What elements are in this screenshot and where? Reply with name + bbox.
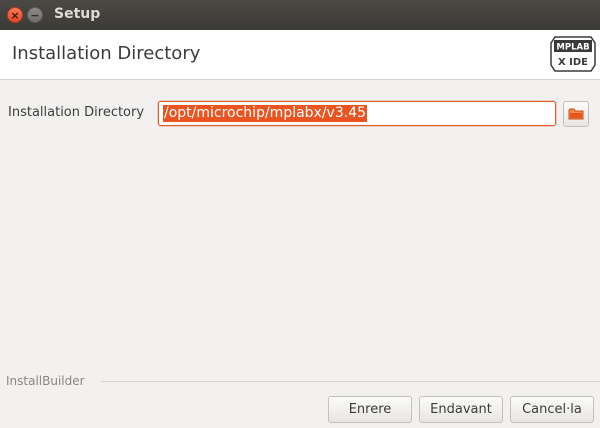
folder-icon	[568, 108, 584, 120]
installation-directory-input[interactable]: /opt/microchip/mplabx/v3.45	[158, 101, 556, 126]
window-title: Setup	[54, 6, 101, 22]
installation-directory-value: /opt/microchip/mplabx/v3.45	[163, 105, 368, 122]
logo-bottom-text: X IDE	[558, 57, 588, 68]
minimize-window-button[interactable]: −	[27, 7, 43, 23]
cancel-button[interactable]: Cancel·la	[510, 396, 594, 423]
browse-folder-button[interactable]	[563, 101, 589, 127]
logo-top-text: MPLAB	[556, 43, 589, 53]
installation-directory-label: Installation Directory	[8, 105, 145, 120]
mplab-x-ide-logo-icon: MPLAB X IDE	[550, 36, 596, 72]
next-button[interactable]: Endavant	[419, 396, 503, 423]
footer-divider	[101, 381, 600, 382]
back-button[interactable]: Enrere	[328, 396, 412, 423]
installbuilder-label: InstallBuilder	[6, 374, 85, 388]
close-icon: ×	[10, 8, 20, 22]
close-window-button[interactable]: ×	[7, 7, 23, 23]
page-title: Installation Directory	[12, 43, 201, 64]
window-titlebar: × − Setup	[0, 0, 600, 30]
minimize-icon: −	[30, 8, 40, 22]
page-header: Installation Directory MPLAB X IDE	[0, 30, 600, 80]
